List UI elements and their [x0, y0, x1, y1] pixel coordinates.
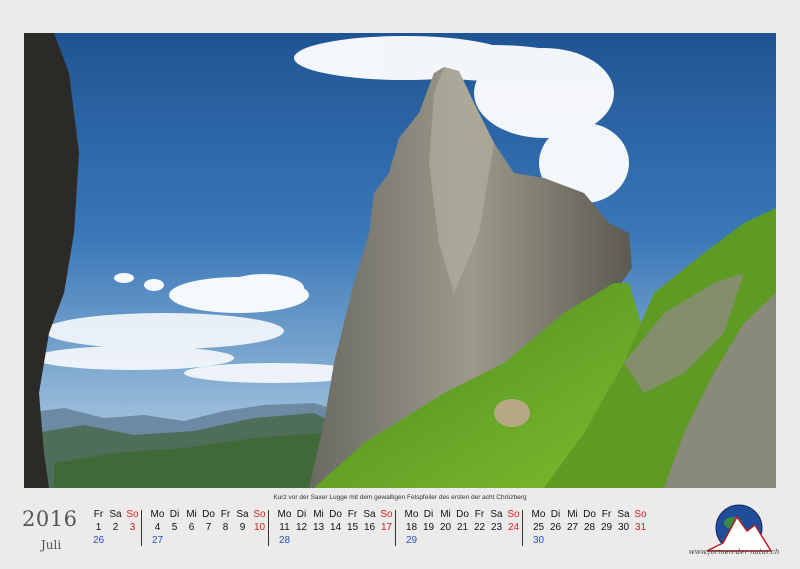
- day-number: 20: [439, 522, 452, 533]
- day-number: 9: [239, 522, 246, 533]
- weekday-label: Sa: [617, 509, 630, 520]
- calendar-week: Mo 25 Di 26 Mi 27 Do 28 Fr 29 Sa 30 So 31 30: [530, 509, 649, 549]
- day-number: 1: [95, 522, 102, 533]
- weekday-label: Fr: [474, 509, 485, 520]
- day-number: 27: [566, 522, 579, 533]
- day-number: 22: [473, 522, 486, 533]
- week-separator: [268, 510, 269, 546]
- calendar-grid: Fr 1 Sa 2 So 3 26 Mo 4 Di 5 Mi 6 Do 7 Fr 8 Sa 9 So 10 27 Mo 11 D…: [90, 509, 690, 549]
- weekday-label: Mo: [404, 509, 419, 520]
- weekday-label: So: [634, 509, 647, 520]
- day-number: 21: [456, 522, 469, 533]
- weekday-label: So: [507, 509, 520, 520]
- week-number: 27: [152, 535, 164, 546]
- day-number: 24: [507, 522, 520, 533]
- weekday-label: Do: [456, 509, 469, 520]
- day-number: 26: [549, 522, 562, 533]
- calendar-week: Mo 4 Di 5 Mi 6 Do 7 Fr 8 Sa 9 So 10 27: [149, 509, 268, 549]
- day-number: 19: [422, 522, 435, 533]
- week-separator: [522, 510, 523, 546]
- weekday-label: So: [253, 509, 266, 520]
- day-number: 15: [346, 522, 359, 533]
- day-number: 13: [312, 522, 325, 533]
- weekday-label: Fr: [601, 509, 612, 520]
- day-number: 25: [532, 522, 545, 533]
- day-number: 29: [600, 522, 613, 533]
- day-number: 2: [112, 522, 119, 533]
- day-number: 31: [634, 522, 647, 533]
- day-number: 23: [490, 522, 503, 533]
- globe-mountain-logo-icon: [703, 503, 775, 553]
- weekday-label: Mo: [150, 509, 165, 520]
- day-number: 11: [279, 522, 290, 533]
- mountain-landscape-image: [24, 33, 776, 488]
- day-number: 7: [205, 522, 212, 533]
- week-number: 28: [279, 535, 291, 546]
- day-number: 17: [380, 522, 393, 533]
- weekday-label: Fr: [347, 509, 358, 520]
- weekday-label: Di: [296, 509, 307, 520]
- calendar-year: 2016: [22, 507, 78, 531]
- calendar-week: Mo 11 Di 12 Mi 13 Do 14 Fr 15 Sa 16 So 17 28: [276, 509, 395, 549]
- day-number: 4: [154, 522, 161, 533]
- day-number: 12: [295, 522, 308, 533]
- day-number: 6: [188, 522, 195, 533]
- day-number: 28: [583, 522, 596, 533]
- weekday-label: Do: [583, 509, 596, 520]
- weekday-label: So: [380, 509, 393, 520]
- calendar-week: Mo 18 Di 19 Mi 20 Do 21 Fr 22 Sa 23 So 24 29: [403, 509, 522, 549]
- weekday-label: Di: [550, 509, 561, 520]
- weekday-label: Mi: [186, 509, 197, 520]
- weekday-label: Sa: [490, 509, 503, 520]
- website-url: www.formen-der-natur.ch: [688, 548, 780, 556]
- week-number: 26: [93, 535, 105, 546]
- weekday-label: Fr: [93, 509, 104, 520]
- day-number: 18: [405, 522, 418, 533]
- weekday-label: Di: [423, 509, 434, 520]
- weekday-label: Di: [169, 509, 180, 520]
- photo-caption: Kurz vor der Saxer Lugge mit dem gewalti…: [273, 494, 527, 501]
- week-separator: [395, 510, 396, 546]
- day-number: 30: [617, 522, 630, 533]
- day-number: 5: [171, 522, 178, 533]
- weekday-label: Mi: [440, 509, 451, 520]
- weekday-label: Fr: [220, 509, 231, 520]
- weekday-label: Do: [329, 509, 342, 520]
- day-number: 8: [222, 522, 229, 533]
- weekday-label: Sa: [236, 509, 249, 520]
- day-number: 16: [363, 522, 376, 533]
- week-number: 30: [533, 535, 545, 546]
- weekday-label: Mo: [277, 509, 292, 520]
- weekday-label: Do: [202, 509, 215, 520]
- calendar-photo: [24, 33, 776, 488]
- week-number: 29: [406, 535, 418, 546]
- week-separator: [141, 510, 142, 546]
- weekday-label: So: [126, 509, 139, 520]
- day-number: 10: [253, 522, 266, 533]
- weekday-label: Sa: [109, 509, 122, 520]
- weekday-label: Mi: [313, 509, 324, 520]
- weekday-label: Sa: [363, 509, 376, 520]
- calendar-month: Juli: [41, 538, 62, 552]
- weekday-label: Mi: [567, 509, 578, 520]
- weekday-label: Mo: [531, 509, 546, 520]
- day-number: 3: [129, 522, 136, 533]
- calendar-week: Fr 1 Sa 2 So 3 26: [90, 509, 141, 549]
- day-number: 14: [329, 522, 342, 533]
